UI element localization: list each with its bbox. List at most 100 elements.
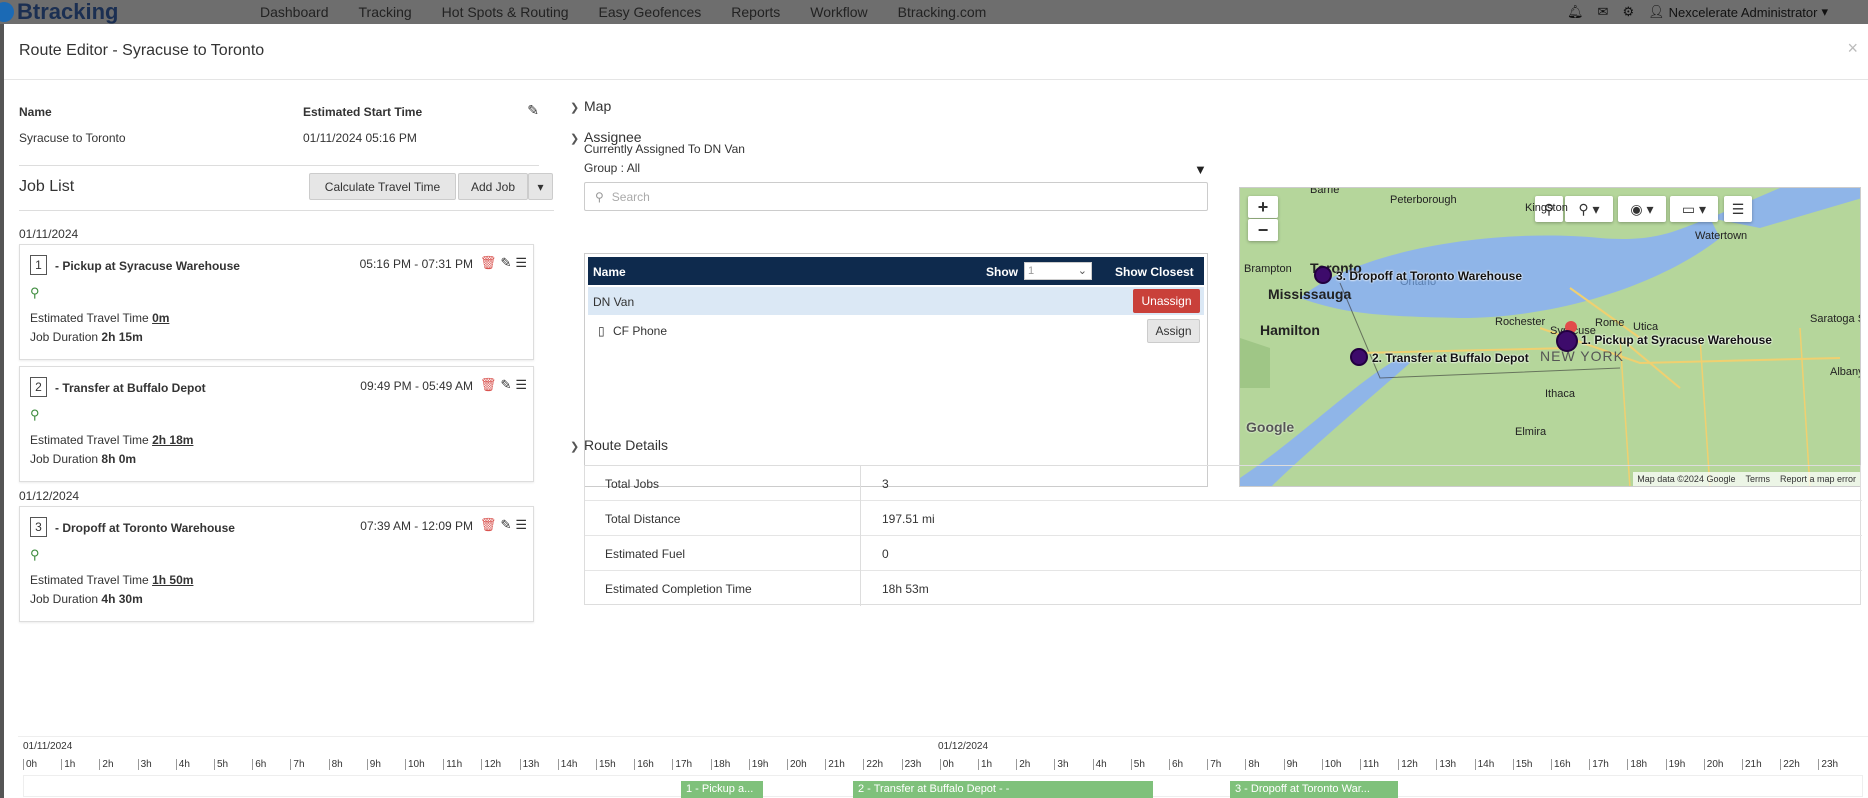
edit-route-pencil-icon[interactable]: ✎ bbox=[527, 102, 539, 119]
timeline-bar-job-1[interactable]: 1 - Pickup a... bbox=[681, 781, 763, 798]
pencil-icon[interactable]: ✎ bbox=[500, 377, 511, 393]
trash-icon[interactable]: 🗑︎ bbox=[480, 255, 497, 271]
map-marker-2[interactable] bbox=[1350, 348, 1368, 366]
bell-icon[interactable]: 🔔︎ bbox=[1567, 4, 1584, 20]
timeline-date-2: 01/12/2024 bbox=[938, 741, 989, 752]
job-list-title: Job List bbox=[19, 178, 75, 195]
detail-key: Estimated Fuel bbox=[605, 547, 686, 561]
nav-workflow[interactable]: Workflow bbox=[810, 4, 867, 20]
detail-value: 3 bbox=[882, 477, 889, 491]
map-layers-menu-icon[interactable]: ☰ bbox=[1724, 196, 1752, 222]
trash-icon[interactable]: 🗑︎ bbox=[480, 377, 497, 393]
city-label: Saratoga Springs bbox=[1810, 313, 1860, 325]
detail-row: Total Jobs 3 bbox=[585, 466, 1862, 501]
timeline-bar-job-3[interactable]: 3 - Dropoff at Toronto War... bbox=[1230, 781, 1398, 798]
location-pin-icon[interactable]: ⚲ bbox=[30, 407, 40, 423]
nav-dashboard[interactable]: Dashboard bbox=[260, 4, 329, 20]
detail-key: Total Jobs bbox=[605, 477, 660, 491]
add-job-dropdown-caret-icon[interactable]: ▾ bbox=[528, 173, 553, 200]
job-card-3[interactable]: 3 - Dropoff at Toronto Warehouse 07:39 A… bbox=[19, 506, 534, 622]
pencil-icon[interactable]: ✎ bbox=[500, 517, 511, 533]
zoom-out-button[interactable]: − bbox=[1248, 219, 1278, 241]
job-time: 09:49 PM - 05:49 AM bbox=[360, 379, 473, 393]
show-count-value: 1 bbox=[1028, 265, 1035, 277]
timeline-hour-tick: 10h bbox=[405, 759, 425, 770]
job-duration: Job Duration 4h 30m bbox=[30, 592, 143, 606]
close-icon[interactable]: × bbox=[1847, 38, 1858, 59]
timeline-bar-job-2[interactable]: 2 - Transfer at Buffalo Depot - - bbox=[853, 781, 1153, 798]
unassign-button[interactable]: Unassign bbox=[1133, 289, 1200, 313]
show-count-select[interactable]: 1 ⌄ bbox=[1024, 262, 1092, 280]
left-panel: Name Syracuse to Toronto Estimated Start… bbox=[19, 80, 554, 640]
detail-row: Estimated Completion Time 18h 53m bbox=[585, 571, 1862, 606]
job-date-1: 01/11/2024 bbox=[19, 227, 79, 241]
pencil-icon[interactable]: ✎ bbox=[500, 255, 511, 271]
travel-value: 2h 18m bbox=[152, 433, 194, 447]
map-section-toggle[interactable]: ❯ Map bbox=[570, 98, 611, 114]
timeline-hour-tick: 2h bbox=[1016, 759, 1030, 770]
user-name[interactable]: Nexcelerate Administrator bbox=[1669, 5, 1818, 20]
timeline-hour-tick: 17h bbox=[672, 759, 692, 770]
detail-value: 18h 53m bbox=[882, 582, 929, 596]
timeline-hours: 0h 1h 2h 3h 4h 5h 6h 7h 8h 9h 10h 11h 12h 13h 14h 15h 16… bbox=[23, 759, 1863, 771]
location-pin-icon[interactable]: ⚲ bbox=[30, 547, 40, 563]
gear-icon[interactable]: ⚙ bbox=[1622, 4, 1634, 20]
assign-button[interactable]: Assign bbox=[1147, 319, 1200, 343]
job-name: - Pickup at Syracuse Warehouse bbox=[55, 259, 240, 273]
city-label: Watertown bbox=[1695, 230, 1748, 242]
timeline-hour-tick: 23h bbox=[901, 759, 921, 770]
map-pin-dropdown-icon[interactable]: ⚲ ▾ bbox=[1565, 196, 1613, 222]
nav-reports[interactable]: Reports bbox=[731, 4, 780, 20]
nav-btracking-com[interactable]: Btracking.com bbox=[898, 4, 987, 20]
travel-label: Estimated Travel Time bbox=[30, 573, 149, 587]
timeline-hour-tick: 11h bbox=[443, 759, 462, 770]
timeline-hour-tick: 20h bbox=[787, 759, 807, 770]
job-card-1[interactable]: 1 - Pickup at Syracuse Warehouse 05:16 P… bbox=[19, 244, 534, 360]
detail-value: 0 bbox=[882, 547, 889, 561]
city-label: Utica bbox=[1633, 321, 1659, 333]
travel-label: Estimated Travel Time bbox=[30, 433, 149, 447]
mail-icon[interactable]: ✉ bbox=[1598, 4, 1609, 20]
map-target-dropdown-icon[interactable]: ◉ ▾ bbox=[1618, 196, 1666, 222]
timeline-hour-tick: 11h bbox=[1360, 759, 1379, 770]
route-map[interactable]: + − ⚲ ⚲ ▾ ◉ ▾ ▭ ▾ ☰ Barrie Peterborough … bbox=[1239, 187, 1861, 487]
nav-hotspots[interactable]: Hot Spots & Routing bbox=[442, 4, 569, 20]
timeline-hour-tick: 19h bbox=[748, 759, 768, 770]
filter-icon[interactable]: ▼ bbox=[1194, 162, 1207, 177]
assignee-search-input[interactable]: ⚲ Search bbox=[584, 182, 1208, 211]
show-closest-button[interactable]: Show Closest bbox=[1115, 265, 1194, 279]
map-marker-3[interactable] bbox=[1314, 266, 1332, 284]
list-icon[interactable]: ☰ bbox=[515, 255, 527, 271]
group-label: Group : All bbox=[584, 161, 641, 175]
timeline-hour-tick: 8h bbox=[328, 759, 343, 770]
caret-down-icon[interactable]: ▾ bbox=[1821, 4, 1828, 20]
calculate-travel-time-button[interactable]: Calculate Travel Time bbox=[309, 173, 456, 200]
add-job-button[interactable]: Add Job bbox=[458, 173, 528, 200]
divider bbox=[19, 165, 539, 166]
col-name: Name bbox=[593, 265, 626, 279]
map-ruler-dropdown-icon[interactable]: ▭ ▾ bbox=[1670, 196, 1718, 222]
timeline-hour-tick: 3h bbox=[1054, 759, 1069, 770]
city-label: Peterborough bbox=[1390, 194, 1457, 206]
location-pin-icon[interactable]: ⚲ bbox=[30, 285, 40, 301]
list-icon[interactable]: ☰ bbox=[515, 377, 527, 393]
table-row[interactable]: ▯ CF Phone Assign bbox=[588, 317, 1204, 343]
job-name: - Transfer at Buffalo Depot bbox=[55, 381, 206, 395]
route-details-section-toggle[interactable]: ❯ Route Details bbox=[570, 437, 668, 453]
nav-geofences[interactable]: Easy Geofences bbox=[599, 4, 702, 20]
map-marker-label-2: 2. Transfer at Buffalo Depot bbox=[1372, 351, 1529, 365]
list-icon[interactable]: ☰ bbox=[515, 517, 527, 533]
map-marker-1[interactable] bbox=[1556, 330, 1578, 352]
trash-icon[interactable]: 🗑︎ bbox=[480, 517, 497, 533]
timeline-hour-tick: 9h bbox=[366, 759, 381, 770]
zoom-in-button[interactable]: + bbox=[1248, 196, 1278, 218]
duration-label: Job Duration bbox=[30, 592, 99, 606]
job-card-2[interactable]: 2 - Transfer at Buffalo Depot 09:49 PM -… bbox=[19, 366, 534, 482]
table-row[interactable]: DN Van Unassign bbox=[588, 287, 1204, 315]
timeline-hour-tick: 20h bbox=[1703, 759, 1723, 770]
brand-logo[interactable]: Btracking bbox=[0, 0, 118, 24]
duration-value: 4h 30m bbox=[101, 592, 143, 606]
timeline-hour-tick: 15h bbox=[596, 759, 616, 770]
timeline-hour-tick: 5h bbox=[214, 759, 228, 770]
nav-tracking[interactable]: Tracking bbox=[359, 4, 412, 20]
